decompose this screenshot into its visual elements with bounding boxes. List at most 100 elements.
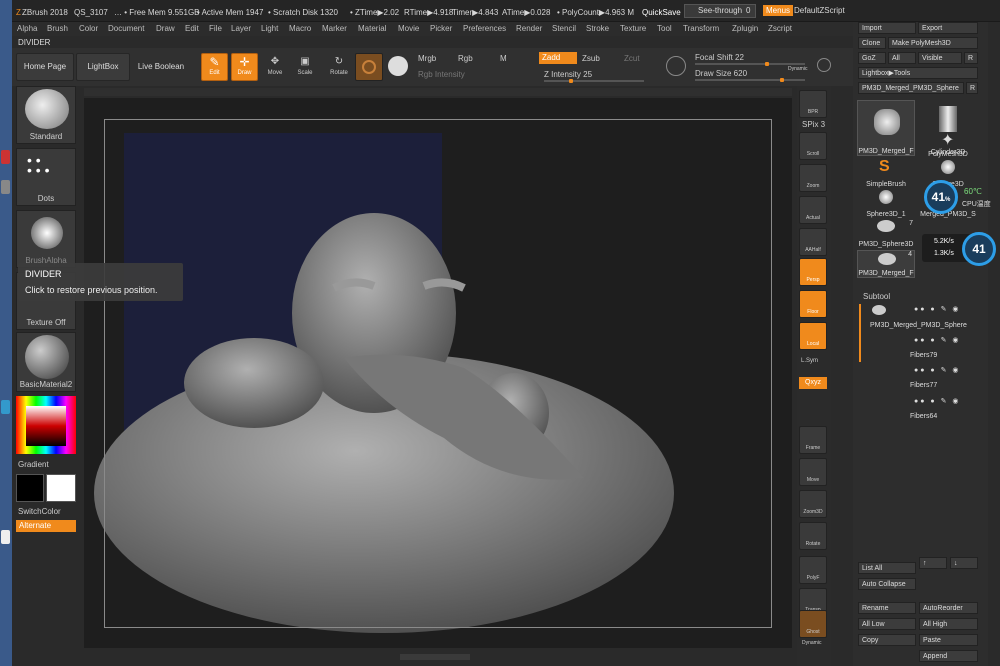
current-tool-name[interactable]: PM3D_Merged_PM3D_Sphere [858, 82, 964, 94]
material-swatch-button[interactable] [355, 53, 383, 81]
down-arrow-button[interactable]: ↓ [950, 557, 978, 569]
aahalf-button[interactable]: AAHalf [799, 228, 827, 256]
quicksave-button[interactable]: QuickSave [642, 8, 681, 17]
taskbar-icon[interactable] [1, 400, 10, 414]
goz-button[interactable]: GoZ [858, 52, 886, 64]
scroll-button[interactable]: Scroll [799, 132, 827, 160]
scale-button[interactable]: ▣ Scale [292, 53, 318, 81]
local-button[interactable]: Local [799, 322, 827, 350]
append-button[interactable]: Append [919, 650, 978, 662]
taskbar-icon[interactable] [1, 180, 10, 194]
draw-size-knob[interactable] [780, 78, 784, 82]
list-all-button[interactable]: List All [858, 562, 916, 574]
mrgb-button[interactable]: Mrgb [418, 54, 436, 63]
menu-item[interactable]: Zscript [768, 24, 792, 33]
auto-collapse-button[interactable]: Auto Collapse [858, 578, 916, 590]
zadd-button[interactable]: Zadd [539, 52, 577, 64]
draw-button[interactable]: ✛ Draw [231, 53, 258, 81]
menu-item[interactable]: Layer [231, 24, 251, 33]
zsub-button[interactable]: Zsub [582, 54, 600, 63]
actual-button[interactable]: Actual [799, 196, 827, 224]
subtool-row[interactable]: ●● ● ✎ ◉ Fibers77 [866, 364, 981, 394]
clone-button[interactable]: Clone [858, 37, 886, 49]
export-button[interactable]: Export [918, 22, 978, 34]
menu-item[interactable]: Picker [430, 24, 452, 33]
dynamic-toggle[interactable]: Dynamic [788, 66, 807, 72]
gradient-label[interactable]: Gradient [18, 460, 49, 469]
menu-item[interactable]: Document [108, 24, 144, 33]
m-button[interactable]: M [500, 54, 507, 63]
menu-item[interactable]: Stroke [586, 24, 609, 33]
visibility-icon[interactable]: ●● ● ✎ ◉ [914, 366, 961, 374]
dynamic-label[interactable]: Dynamic [802, 640, 821, 646]
z-intensity-knob[interactable] [569, 79, 573, 83]
menu-item[interactable]: Draw [156, 24, 175, 33]
zoom-button[interactable]: Zoom [799, 164, 827, 192]
menu-item[interactable]: Light [261, 24, 278, 33]
edit-button[interactable]: ✎ Edit [201, 53, 228, 81]
divider-label[interactable]: DIVIDER [18, 38, 50, 47]
color-toggle-icon[interactable] [388, 56, 408, 76]
draw-size-track[interactable] [695, 78, 805, 82]
menu-item[interactable]: Marker [322, 24, 347, 33]
spix-setting[interactable]: SPix 3 [802, 120, 825, 129]
menu-item[interactable]: Macro [289, 24, 311, 33]
visibility-icon[interactable]: ●● ● ✎ ◉ [914, 397, 961, 405]
default-zscript[interactable]: DefaultZScript [794, 6, 845, 15]
tool-thumb[interactable]: 4 PM3D_Merged_F [857, 250, 915, 278]
menu-item[interactable]: Color [79, 24, 98, 33]
menus-button[interactable]: Menus [763, 5, 794, 16]
qxyz-button[interactable]: Qxyz [799, 377, 827, 389]
subtool-row[interactable]: ●● ● ✎ ◉ Fibers79 [866, 334, 981, 364]
menu-item[interactable]: Texture [620, 24, 646, 33]
tool-thumb[interactable]: S SimpleBrush [857, 158, 915, 188]
cpu-usage-gauge[interactable]: 41% [924, 180, 958, 214]
brush-selector[interactable]: Standard [16, 86, 76, 144]
rename-button[interactable]: Rename [858, 602, 916, 614]
help-icon[interactable] [817, 58, 831, 72]
all-high-button[interactable]: All High [919, 618, 978, 630]
persp-button[interactable]: Persp [799, 258, 827, 286]
move-view-button[interactable]: Move [799, 458, 827, 486]
all-button[interactable]: All [888, 52, 916, 64]
subtool-title[interactable]: Subtool [863, 292, 890, 301]
home-page-button[interactable]: Home Page [16, 53, 74, 81]
alpha-selector[interactable]: BrushAlpha [16, 210, 76, 268]
rotate-button[interactable]: ↻ Rotate [324, 53, 354, 81]
top-divider-handle[interactable] [84, 88, 792, 96]
menu-item[interactable]: Brush [47, 24, 68, 33]
import-button[interactable]: Import [858, 22, 916, 34]
rotate-view-button[interactable]: Rotate [799, 522, 827, 550]
menu-item[interactable]: Transform [683, 24, 719, 33]
menu-item[interactable]: Material [358, 24, 386, 33]
tool-thumb[interactable]: PM3D_Merged_F [857, 100, 915, 156]
paste-button[interactable]: Paste [919, 634, 978, 646]
move-button[interactable]: ✥ Move [262, 53, 288, 81]
live-boolean-button[interactable]: Live Boolean [132, 53, 190, 81]
stroke-mode-icon[interactable] [666, 56, 686, 76]
floor-button[interactable]: Floor [799, 290, 827, 318]
tool-thumb[interactable]: 7 PM3D_Sphere3D [857, 220, 915, 248]
tool-thumb[interactable]: ✦ PolyMesh3D [919, 130, 977, 158]
bpr-button[interactable]: BPR [799, 90, 827, 118]
r-button[interactable]: R [964, 52, 978, 64]
secondary-color-swatch[interactable] [46, 474, 76, 502]
material-selector[interactable]: BasicMaterial2 [16, 332, 76, 392]
subtool-row[interactable]: ●● ● ✎ ◉ Fibers64 [866, 395, 981, 425]
rgb-intensity-slider[interactable]: Rgb Intensity [418, 70, 465, 79]
copy-button[interactable]: Copy [858, 634, 916, 646]
zoom3d-button[interactable]: Zoom3D [799, 490, 827, 518]
ghost-button[interactable]: Ghost [799, 610, 827, 638]
menu-item[interactable]: Preferences [463, 24, 506, 33]
taskbar-icon[interactable] [1, 530, 10, 544]
zcut-button[interactable]: Zcut [624, 54, 640, 63]
menu-item[interactable]: File [209, 24, 222, 33]
subtool-row[interactable]: ●● ● ✎ ◉ PM3D_Merged_PM3D_Sphere [866, 303, 981, 333]
visibility-icon[interactable]: ●● ● ✎ ◉ [914, 305, 961, 313]
autoreorder-button[interactable]: AutoReorder [919, 602, 978, 614]
draw-size-slider[interactable]: Draw Size 620 [695, 69, 747, 78]
polyf-button[interactable]: PolyF [799, 556, 827, 584]
focal-shift-track[interactable] [695, 62, 805, 66]
menu-item[interactable]: Movie [398, 24, 419, 33]
frame-button[interactable]: Frame [799, 426, 827, 454]
